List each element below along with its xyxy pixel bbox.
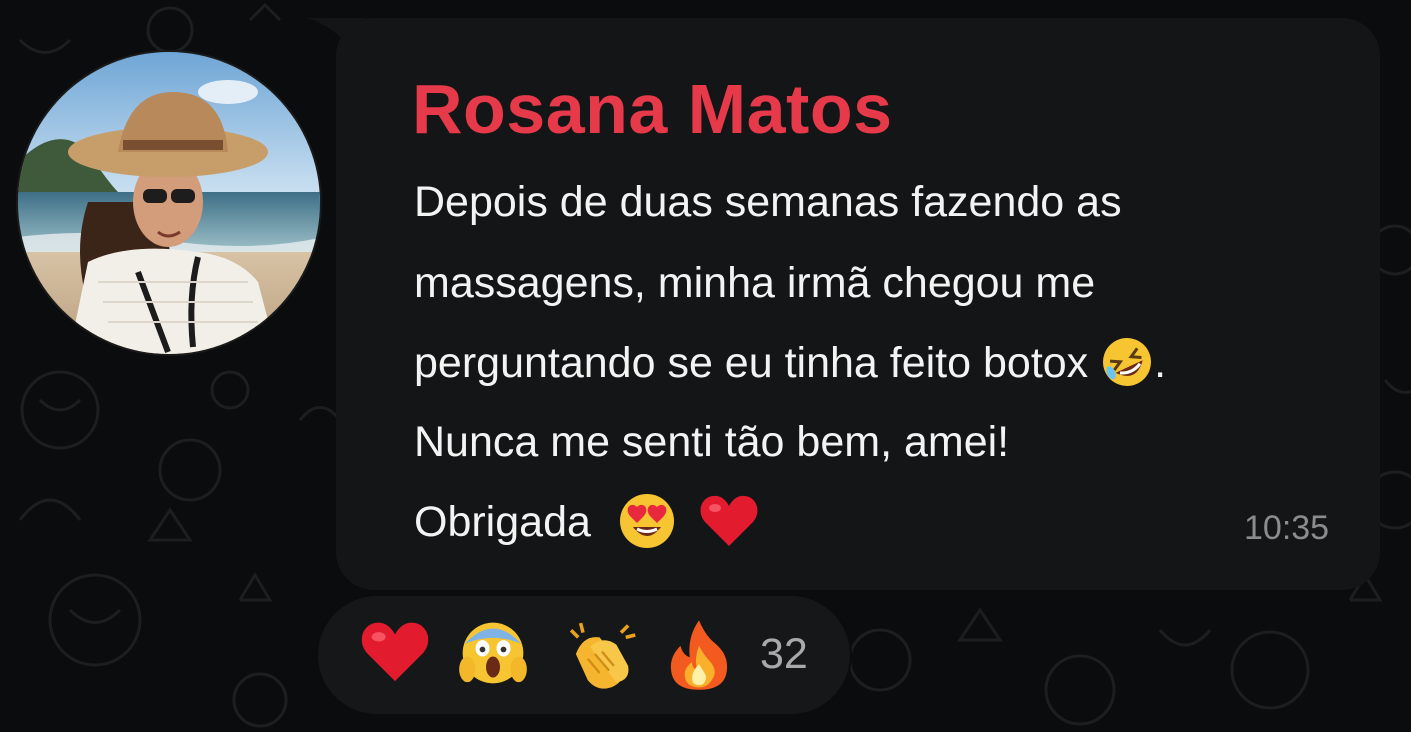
reactions-bar[interactable]: 32 — [316, 594, 852, 716]
message-line-with-emoji: Obrigada — [414, 493, 759, 551]
red-heart-reaction-icon[interactable] — [360, 618, 430, 686]
smiling-face-with-heart-eyes-emoji-icon — [619, 493, 674, 548]
reaction-count: 32 — [760, 630, 808, 678]
message-line-with-emoji: perguntando se eu tinha feito botox . — [414, 335, 1166, 391]
message-line-text: Obrigada — [414, 498, 591, 546]
red-heart-emoji-icon — [700, 495, 758, 546]
message-timestamp: 10:35 — [1244, 509, 1330, 547]
message-line-suffix: . — [1154, 339, 1167, 387]
message-line: Nunca me senti tão bem, amei! — [414, 418, 1010, 466]
chat-background: Rosana Matos Depois de duas semanas faze… — [0, 0, 1411, 732]
avatar[interactable] — [16, 50, 322, 356]
rolling-on-floor-laughing-emoji-icon — [1103, 337, 1152, 386]
clapping-hands-reaction-icon[interactable] — [564, 618, 640, 690]
profile-photo-icon — [18, 52, 320, 354]
fire-reaction-icon[interactable] — [666, 618, 732, 692]
sender-name[interactable]: Rosana Matos — [412, 64, 893, 154]
message-line: Depois de duas semanas fazendo as — [414, 178, 1122, 226]
message-line: massagens, minha irmã chegou me — [414, 259, 1096, 307]
message-line-text: perguntando se eu tinha feito botox — [414, 339, 1089, 387]
face-screaming-in-fear-reaction-icon[interactable] — [458, 618, 528, 688]
